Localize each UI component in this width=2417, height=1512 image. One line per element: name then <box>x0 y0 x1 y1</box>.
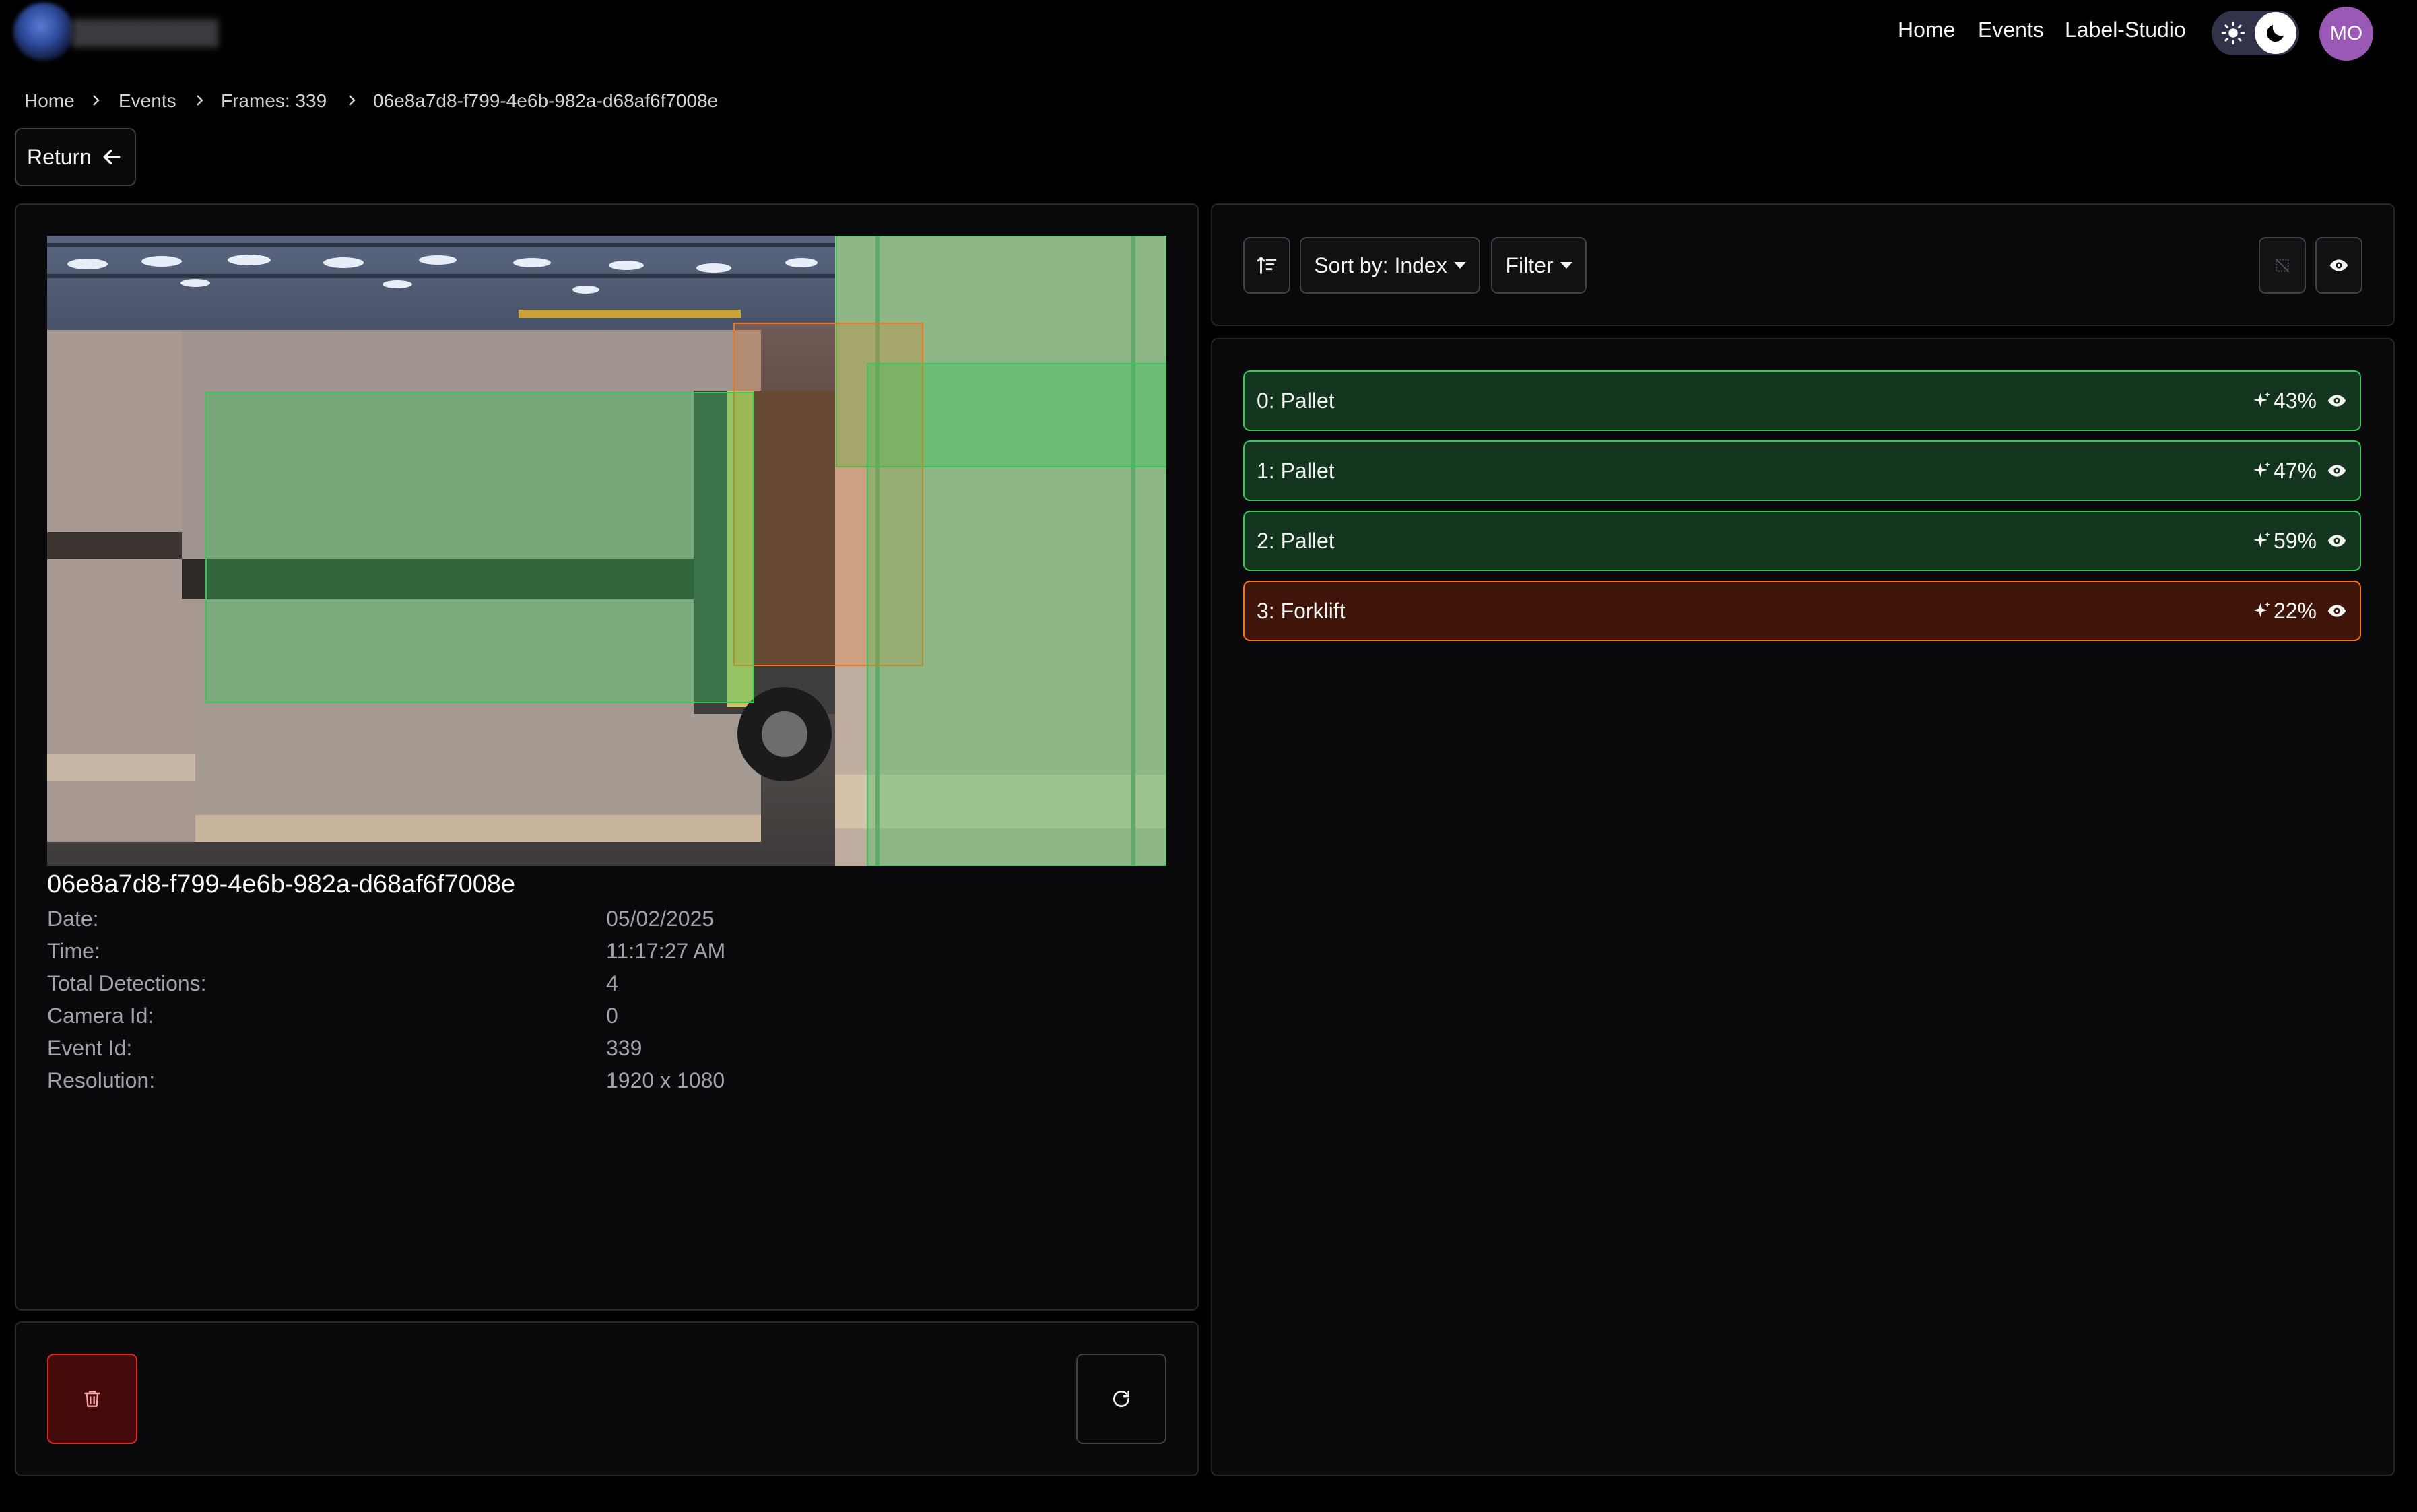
toggle-visibility-button[interactable] <box>2326 600 2348 622</box>
chevron-right-icon <box>197 95 203 106</box>
nav-home[interactable]: Home <box>1898 18 1955 42</box>
detection-item-3[interactable]: 3: Forklift 22% <box>1243 581 2361 641</box>
sparkles-icon <box>2253 601 2271 618</box>
caret-down-icon <box>1560 262 1572 269</box>
eye-icon <box>2327 465 2346 477</box>
detection-label: 1: Pallet <box>1257 458 1335 483</box>
theme-knob <box>2255 12 2296 54</box>
nav-events[interactable]: Events <box>1978 18 2044 42</box>
confidence-value: 43% <box>2273 388 2317 413</box>
theme-toggle[interactable] <box>2212 11 2299 55</box>
detail-value-time: 11:17:27 AM <box>606 939 726 963</box>
user-avatar[interactable]: MO <box>2319 7 2373 61</box>
detail-label-time: Time: <box>47 939 100 963</box>
refresh-icon <box>1113 1391 1129 1407</box>
trash-icon <box>84 1391 100 1407</box>
confidence-value: 47% <box>2273 458 2317 483</box>
sparkles-icon <box>2253 391 2271 407</box>
sparkles-icon <box>2253 461 2271 478</box>
chevron-right-icon <box>93 95 100 106</box>
app-logo-text: ▇▇▇▇▇▇▇ <box>73 17 218 46</box>
arrow-left-icon <box>103 149 121 165</box>
frame-id-title: 06e8a7d8-f799-4e6b-982a-d68af6f7008e <box>47 870 516 898</box>
return-label: Return <box>27 144 92 169</box>
detection-confidence: 47% <box>2253 459 2317 484</box>
detection-confidence: 43% <box>2253 389 2317 414</box>
breadcrumb-frames[interactable]: Frames: 339 <box>221 90 327 112</box>
app-logo[interactable] <box>13 3 74 61</box>
detections-panel <box>1211 338 2395 1476</box>
sort-icon <box>1257 257 1277 274</box>
detail-label-detections: Total Detections: <box>47 971 207 995</box>
detection-item-1[interactable]: 1: Pallet 47% <box>1243 440 2361 501</box>
show-all-button[interactable] <box>2315 237 2362 294</box>
return-button[interactable]: Return <box>15 128 136 186</box>
sparkles-icon <box>2253 531 2271 548</box>
sort-by-dropdown[interactable]: Sort by: Index <box>1300 237 1480 294</box>
eye-icon <box>2327 395 2346 407</box>
detection-item-2[interactable]: 2: Pallet 59% <box>1243 511 2361 571</box>
detail-label-event: Event Id: <box>47 1036 133 1060</box>
detail-value-detections: 4 <box>606 971 618 995</box>
confidence-value: 59% <box>2273 528 2317 553</box>
breadcrumb-events[interactable]: Events <box>119 90 176 112</box>
detail-value-event: 339 <box>606 1036 642 1060</box>
detection-item-0[interactable]: 0: Pallet 43% <box>1243 370 2361 431</box>
sun-icon <box>2221 21 2245 45</box>
actions-panel <box>15 1321 1199 1476</box>
detail-label-date: Date: <box>47 907 99 931</box>
detection-confidence: 22% <box>2253 599 2317 624</box>
toggle-visibility-button[interactable] <box>2326 460 2348 482</box>
sort-direction-button[interactable] <box>1243 237 1290 294</box>
frame-image[interactable] <box>47 236 1166 866</box>
breadcrumb-current: 06e8a7d8-f799-4e6b-982a-d68af6f7008e <box>373 90 719 111</box>
detection-confidence: 59% <box>2253 529 2317 554</box>
eye-icon <box>2329 259 2348 271</box>
eye-icon <box>2327 605 2346 617</box>
detail-label-resolution: Resolution: <box>47 1068 156 1092</box>
detail-value-date: 05/02/2025 <box>606 907 715 931</box>
detail-value-camera: 0 <box>606 1004 618 1028</box>
hide-all-button[interactable] <box>2259 237 2306 294</box>
chevron-right-icon <box>349 95 356 106</box>
detection-label: 3: Forklift <box>1257 598 1346 623</box>
detail-label-camera: Camera Id: <box>47 1004 154 1028</box>
breadcrumb-home[interactable]: Home <box>24 90 75 112</box>
detail-value-resolution: 1920 x 1080 <box>606 1068 725 1092</box>
nav-label-studio[interactable]: Label-Studio <box>2065 18 2186 42</box>
eye-icon <box>2327 535 2346 547</box>
eye-off-icon <box>2275 258 2290 273</box>
filter-dropdown[interactable]: Filter <box>1491 237 1587 294</box>
delete-button[interactable] <box>47 1354 137 1444</box>
sort-by-label: Sort by: Index <box>1314 253 1447 277</box>
confidence-value: 22% <box>2273 598 2317 623</box>
detection-label: 0: Pallet <box>1257 388 1335 413</box>
refresh-button[interactable] <box>1076 1354 1166 1444</box>
caret-down-icon <box>1453 262 1466 269</box>
toggle-visibility-button[interactable] <box>2326 390 2348 412</box>
filter-label: Filter <box>1505 253 1554 277</box>
moon-icon <box>2266 25 2284 42</box>
detection-label: 2: Pallet <box>1257 528 1335 553</box>
toggle-visibility-button[interactable] <box>2326 530 2348 552</box>
